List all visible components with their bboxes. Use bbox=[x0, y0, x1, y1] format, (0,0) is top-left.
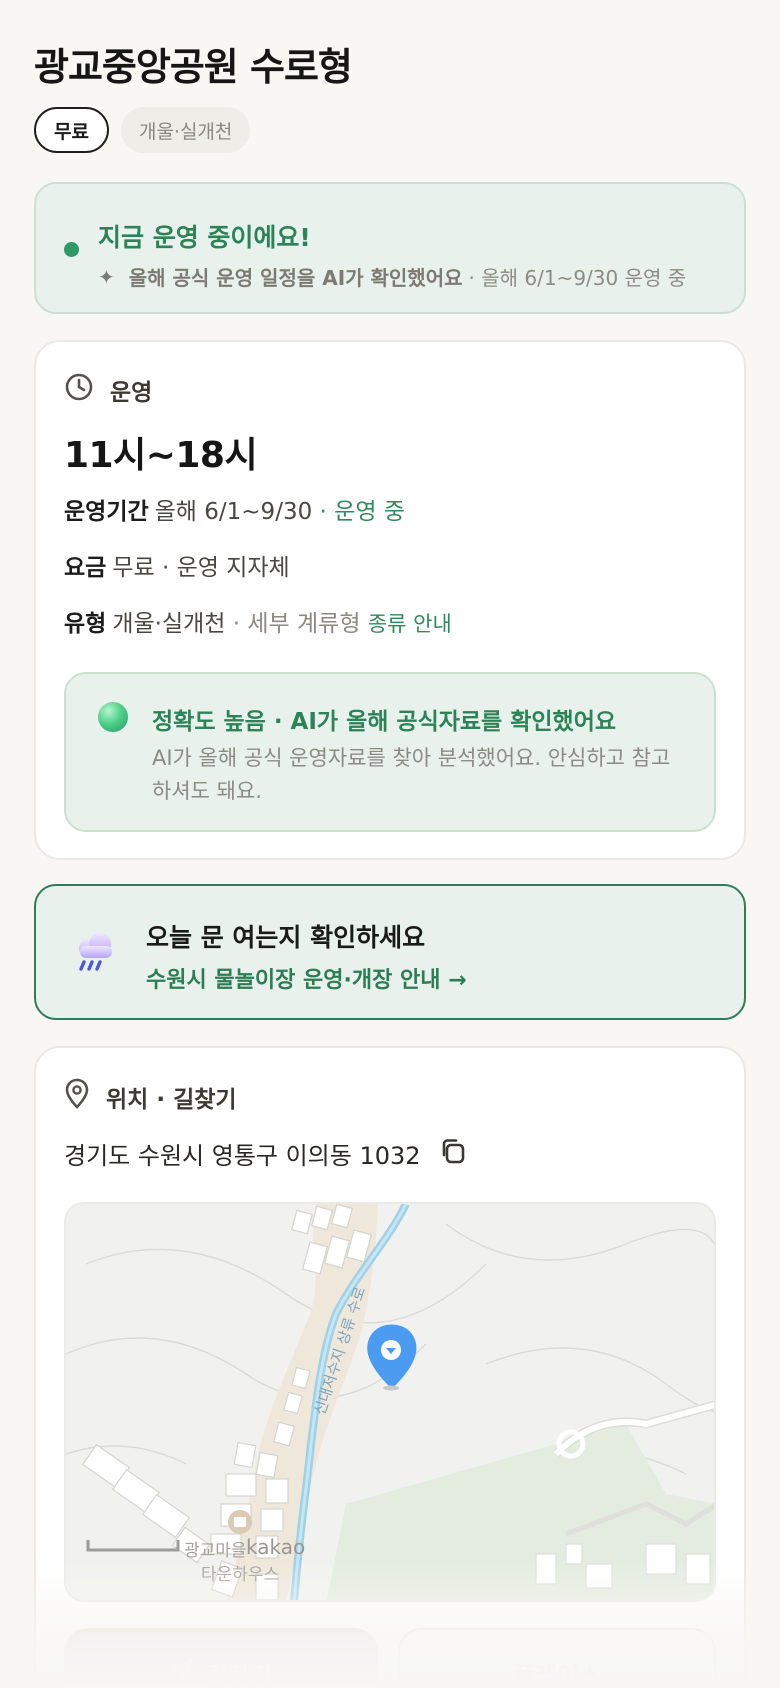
sparkle-icon: ✦ bbox=[98, 264, 115, 289]
operation-title: 운영 bbox=[110, 380, 153, 406]
address-row: 경기도 수원시 영통구 이의동 1032 bbox=[64, 1136, 467, 1171]
map-poi-label-2: 타운하우스 bbox=[201, 1565, 279, 1585]
status-dot-icon bbox=[64, 242, 79, 257]
status-sub-strong: 올해 공식 운영 일정을 AI가 확인했어요 bbox=[128, 266, 463, 290]
ai-orb-icon bbox=[98, 702, 128, 732]
clock-icon bbox=[64, 372, 94, 408]
location-card: 위치 · 길찾기 경기도 수원시 영통구 이의동 1032 신대저수지 상류 수… bbox=[34, 1046, 746, 1688]
place-button[interactable]: 플레이스 bbox=[398, 1628, 716, 1688]
accuracy-box: 정확도 높음 · AI가 올해 공식자료를 확인했어요 AI가 올해 공식 운영… bbox=[64, 672, 716, 832]
directions-label: 길찾기 bbox=[205, 1661, 273, 1688]
directions-button[interactable]: 길찾기 bbox=[64, 1628, 378, 1688]
period-status: · 운영 중 bbox=[319, 499, 405, 525]
place-label: 플레이스 bbox=[512, 1661, 602, 1688]
operation-card: 운영 11시~18시 운영기간 올해 6/1~9/30 · 운영 중 요금 무료 ·… bbox=[34, 340, 746, 860]
map-poi-label-1: 광교마을 bbox=[184, 1541, 247, 1561]
tag-chips: 무료 개울·실개천 bbox=[34, 107, 251, 153]
copy-icon[interactable] bbox=[439, 1137, 467, 1171]
status-subtitle: ✦ 올해 공식 운영 일정을 AI가 확인했어요 · 올해 6/1~9/30 운… bbox=[98, 262, 686, 291]
accuracy-title: 정확도 높음 · AI가 올해 공식자료를 확인했어요 bbox=[152, 709, 617, 735]
open-check-title: 오늘 문 여는지 확인하세요 bbox=[146, 923, 426, 952]
location-pin-icon bbox=[64, 1078, 90, 1116]
status-banner: 지금 운영 중이에요! ✦ 올해 공식 운영 일정을 AI가 확인했어요 · 올… bbox=[34, 182, 746, 314]
operation-header: 운영 bbox=[64, 372, 152, 408]
status-title: 지금 운영 중이에요! bbox=[98, 223, 311, 252]
fee-value: 무료 · 운영 지자체 bbox=[112, 555, 290, 581]
rain-cloud-icon bbox=[72, 930, 118, 978]
map-logo: kakao bbox=[246, 1535, 305, 1559]
fee-row: 요금 무료 · 운영 지자체 bbox=[64, 548, 290, 582]
address-text: 경기도 수원시 영통구 이의동 1032 bbox=[64, 1142, 421, 1170]
operating-hours: 11시~18시 bbox=[64, 435, 258, 476]
period-value: 올해 6/1~9/30 bbox=[154, 499, 313, 525]
navigation-arrow-icon bbox=[170, 1658, 194, 1688]
open-check-banner[interactable]: 오늘 문 여는지 확인하세요 수원시 물놀이장 운영·개장 안내 → bbox=[34, 884, 746, 1020]
open-check-link[interactable]: 수원시 물놀이장 운영·개장 안내 → bbox=[146, 962, 467, 994]
period-row: 운영기간 올해 6/1~9/30 · 운영 중 bbox=[64, 492, 405, 526]
type-label: 유형 bbox=[64, 611, 107, 637]
page: 광교중앙공원 수로형 무료 개울·실개천 지금 운영 중이에요! ✦ 올해 공식… bbox=[0, 0, 780, 1688]
page-title: 광교중앙공원 수로형 bbox=[34, 45, 353, 89]
status-sub-rest: · 올해 6/1~9/30 운영 중 bbox=[468, 266, 687, 290]
fee-label: 요금 bbox=[64, 555, 107, 581]
type-guide-link[interactable]: 종류 안내 bbox=[368, 612, 452, 636]
accuracy-desc: AI가 올해 공식 운영자료를 찾아 분석했어요. 안심하고 참고하셔도 돼요. bbox=[152, 746, 671, 803]
type-detail: · 세부 계류형 bbox=[232, 611, 361, 637]
location-title: 위치 · 길찾기 bbox=[106, 1087, 237, 1113]
type-chip: 개울·실개천 bbox=[120, 107, 251, 153]
type-row: 유형 개울·실개천 · 세부 계류형 종류 안내 bbox=[64, 604, 452, 638]
type-value: 개울·실개천 bbox=[112, 611, 226, 637]
map-view[interactable]: 신대저수지 상류 수로 광교마을 타운하우스 kakao bbox=[64, 1202, 716, 1602]
period-label: 운영기간 bbox=[64, 499, 149, 525]
location-header: 위치 · 길찾기 bbox=[64, 1078, 237, 1116]
fee-chip: 무료 bbox=[34, 107, 109, 153]
